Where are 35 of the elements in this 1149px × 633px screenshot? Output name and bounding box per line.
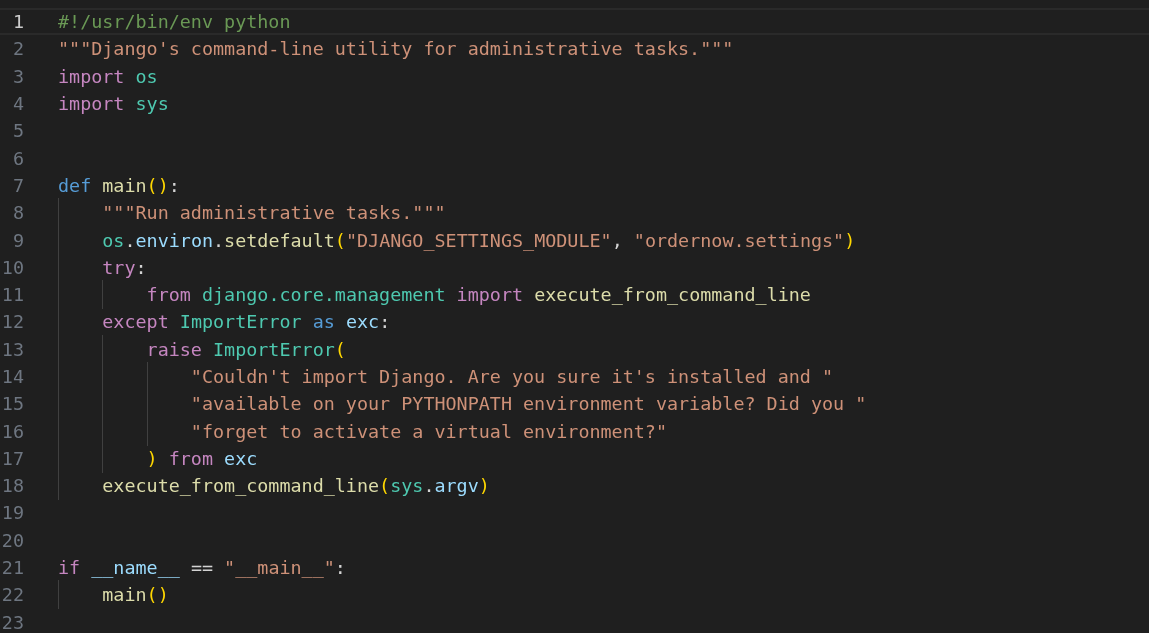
line-number: 12 <box>0 311 24 333</box>
code-line: os.environ.setdefault("DJANGO_SETTINGS_MODULE", "ordernow.settings") <box>58 229 856 251</box>
code-line: try: <box>58 256 147 278</box>
code-line: if __name__ == "__main__": <box>58 557 346 579</box>
line-number: 18 <box>0 475 24 497</box>
line-number: 1 <box>11 11 24 33</box>
line-number: 10 <box>0 256 24 278</box>
line-number: 11 <box>0 284 24 306</box>
line-number: 13 <box>0 338 24 360</box>
line-number: 3 <box>11 65 24 87</box>
code-line: "available on your PYTHONPATH environment variable? Did you " <box>58 393 867 415</box>
code-line: def main(): <box>58 174 180 196</box>
line-number: 4 <box>11 93 24 115</box>
line-number: 19 <box>0 502 24 524</box>
line-number: 6 <box>11 147 24 169</box>
line-number: 7 <box>11 174 24 196</box>
line-number: 14 <box>0 366 24 387</box>
line-number: 21 <box>0 557 24 579</box>
code-line: except ImportError as exc: <box>58 311 391 333</box>
line-number: 17 <box>0 447 24 469</box>
line-number: 20 <box>0 529 24 551</box>
code-line: raise ImportError( <box>58 338 346 360</box>
code-line: import os <box>58 65 158 87</box>
line-number: 8 <box>11 202 24 224</box>
line-number: 5 <box>11 120 24 142</box>
line-number: 2 <box>11 38 24 60</box>
line-number: 23 <box>0 611 24 633</box>
code-line: execute_from_command_line(sys.argv) <box>58 475 490 497</box>
line-number: 22 <box>0 584 24 606</box>
code-line: import sys <box>58 93 169 115</box>
line-number: 16 <box>0 420 24 442</box>
code-line: """Django's command-line utility for administrative tasks.""" <box>58 38 734 60</box>
code-line: #!/usr/bin/env python <box>58 11 291 33</box>
line-number: 9 <box>11 229 24 251</box>
line-number: 15 <box>0 393 24 415</box>
